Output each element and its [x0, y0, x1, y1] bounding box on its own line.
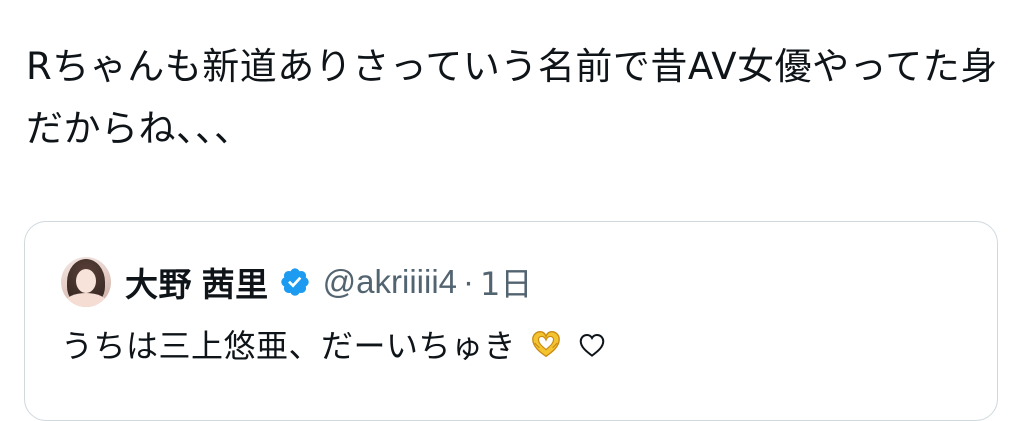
avatar[interactable]: [61, 257, 111, 307]
tweet-text: Rちゃんも新道ありさっていう名前で昔AV女優やってた身だからね、、、: [26, 45, 998, 150]
display-name[interactable]: 大野 茜里: [125, 258, 269, 306]
timestamp[interactable]: 1日: [480, 259, 532, 305]
quoted-tweet-text: うちは三上悠亜、だーいちゅき: [61, 327, 517, 365]
user-handle[interactable]: @akriiiii4: [323, 263, 457, 301]
white-heart-icon: [580, 333, 605, 357]
quoted-tweet-header: 大野 茜里 @akriiiii4 · 1日: [61, 256, 532, 308]
separator-dot: ·: [463, 263, 475, 300]
quoted-tweet-card[interactable]: 大野 茜里 @akriiiii4 · 1日 うちは三上悠亜、だーいちゅき: [24, 221, 998, 421]
quoted-tweet-text-row: うちは三上悠亜、だーいちゅき: [61, 322, 607, 370]
heart-hands-icon: [531, 331, 560, 358]
verified-badge-icon: [281, 268, 309, 296]
